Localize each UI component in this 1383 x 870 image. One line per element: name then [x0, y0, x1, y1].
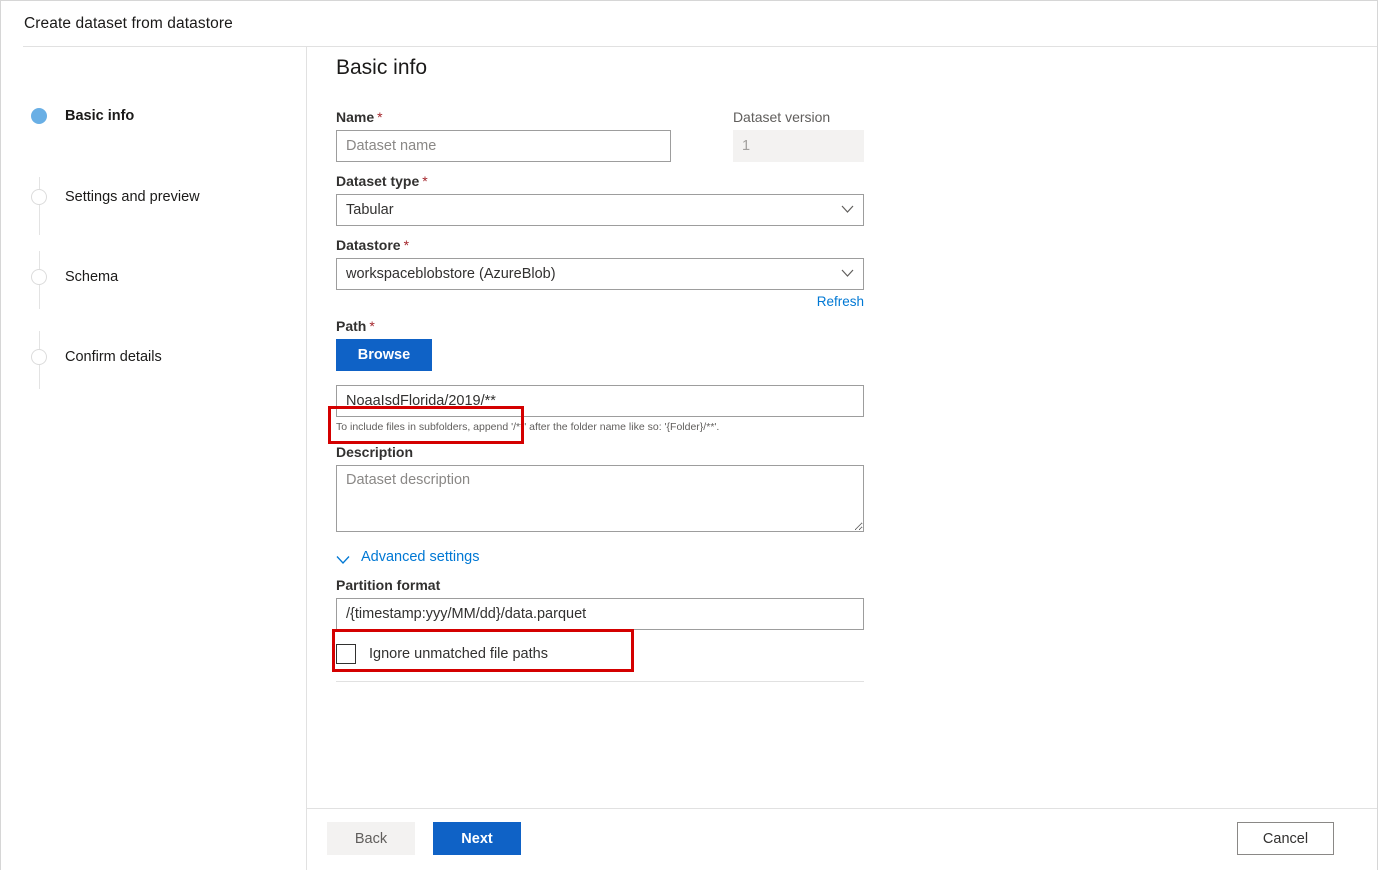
dataset-type-label: Dataset type* [336, 173, 864, 189]
name-and-version-row: Name* Dataset version 1 [336, 109, 864, 162]
form-section-divider [336, 681, 864, 682]
create-dataset-dialog: Create dataset from datastore Basic info… [0, 0, 1383, 870]
dataset-version-value: 1 [733, 130, 864, 162]
path-group: Path* Browse To include files in subfold… [336, 318, 864, 434]
sidebar-item-label: Basic info [65, 108, 134, 124]
dataset-name-input[interactable] [336, 130, 671, 162]
required-asterisk: * [422, 173, 427, 189]
step-status-dot-inactive [31, 349, 47, 365]
basic-info-form: Name* Dataset version 1 Dataset type* Ta… [336, 109, 864, 682]
step-status-dot-inactive [31, 189, 47, 205]
dataset-version-label: Dataset version [733, 109, 864, 125]
path-hint-text: To include files in subfolders, append '… [336, 420, 864, 434]
cancel-button[interactable]: Cancel [1237, 822, 1334, 855]
name-label: Name* [336, 109, 671, 125]
name-field-group: Name* [336, 109, 671, 162]
ignore-unmatched-checkbox[interactable] [336, 644, 356, 664]
window-border-right [1377, 0, 1378, 870]
sidebar-item-confirm-details[interactable]: Confirm details [31, 347, 162, 367]
dialog-footer: Back Next Cancel [307, 809, 1377, 869]
sidebar-item-label: Settings and preview [65, 189, 200, 205]
advanced-settings-label: Advanced settings [361, 549, 480, 565]
partition-format-label: Partition format [336, 577, 864, 593]
dataset-type-label-text: Dataset type [336, 173, 419, 189]
partition-format-group: Partition format [336, 577, 864, 630]
description-label: Description [336, 444, 864, 460]
step-status-dot-inactive [31, 269, 47, 285]
datastore-label: Datastore* [336, 237, 864, 253]
chevron-down-icon [336, 552, 350, 562]
dialog-title: Create dataset from datastore [24, 15, 233, 33]
refresh-row: Refresh [336, 294, 864, 309]
back-button[interactable]: Back [327, 822, 415, 855]
required-asterisk: * [369, 318, 374, 334]
path-label: Path* [336, 318, 864, 334]
dataset-type-select-wrap: Tabular [336, 194, 864, 226]
datastore-select-wrap: workspaceblobstore (AzureBlob) [336, 258, 864, 290]
dataset-type-select[interactable]: Tabular [336, 194, 864, 226]
description-group: Description [336, 444, 864, 537]
datastore-group: Datastore* workspaceblobstore (AzureBlob… [336, 237, 864, 309]
sidebar-item-label: Schema [65, 269, 118, 285]
main-content-panel: Basic info Name* Dataset version 1 Da [307, 47, 1377, 808]
name-label-text: Name [336, 109, 374, 125]
datastore-label-text: Datastore [336, 237, 401, 253]
next-button[interactable]: Next [433, 822, 521, 855]
required-asterisk: * [404, 237, 409, 253]
description-textarea[interactable] [336, 465, 864, 532]
browse-button[interactable]: Browse [336, 339, 432, 371]
wizard-steps-rail: Basic info Settings and preview Schema C… [1, 47, 306, 869]
path-input[interactable] [336, 385, 864, 417]
path-label-text: Path [336, 318, 366, 334]
sidebar-item-label: Confirm details [65, 349, 162, 365]
dataset-version-group: Dataset version 1 [733, 109, 864, 162]
sidebar-item-settings-and-preview[interactable]: Settings and preview [31, 187, 200, 207]
datastore-select[interactable]: workspaceblobstore (AzureBlob) [336, 258, 864, 290]
dialog-titlebar: Create dataset from datastore [1, 1, 1377, 46]
advanced-settings-toggle[interactable]: Advanced settings [336, 549, 480, 565]
step-status-dot-active [31, 108, 47, 124]
partition-format-input[interactable] [336, 598, 864, 630]
refresh-link[interactable]: Refresh [817, 294, 864, 309]
ignore-unmatched-row[interactable]: Ignore unmatched file paths [336, 644, 864, 664]
page-title: Basic info [336, 56, 427, 80]
path-input-wrap [336, 385, 864, 417]
dataset-type-group: Dataset type* Tabular [336, 173, 864, 226]
required-asterisk: * [377, 109, 382, 125]
ignore-unmatched-label: Ignore unmatched file paths [369, 646, 548, 662]
sidebar-item-basic-info[interactable]: Basic info [31, 106, 134, 126]
sidebar-item-schema[interactable]: Schema [31, 267, 118, 287]
